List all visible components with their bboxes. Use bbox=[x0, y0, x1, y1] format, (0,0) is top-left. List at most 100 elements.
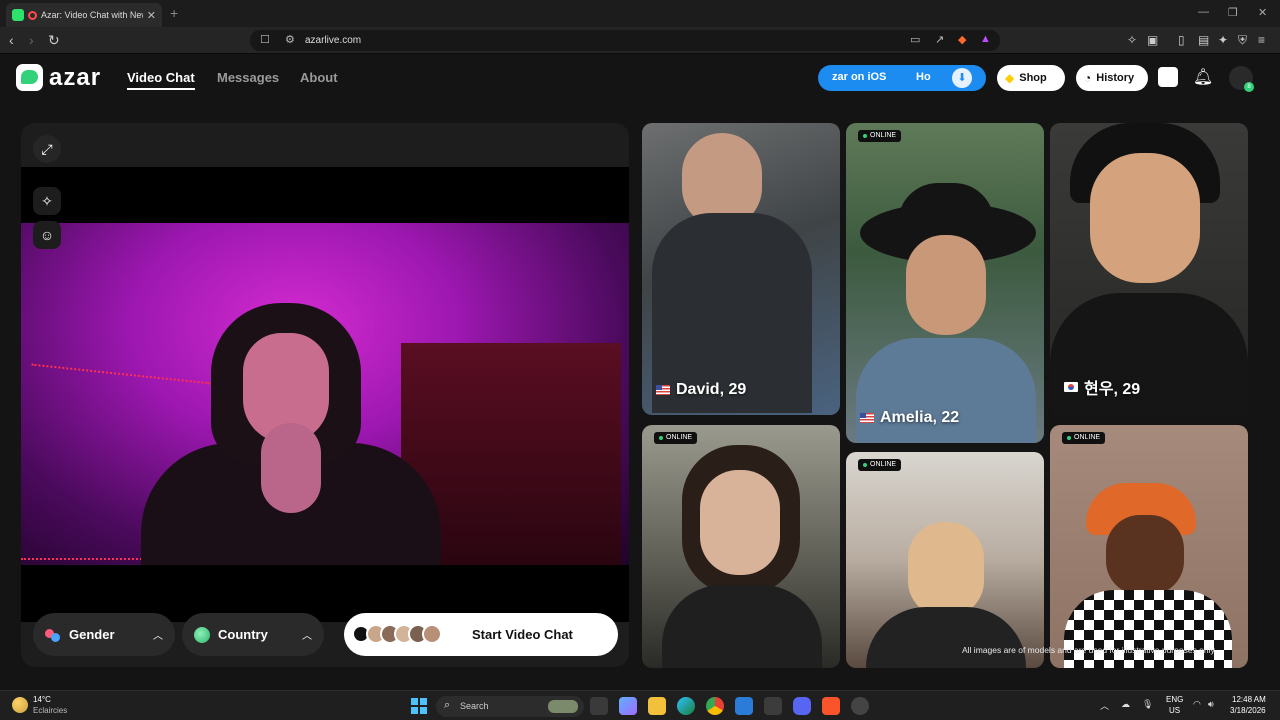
profile-card-4[interactable]: ONLINE bbox=[642, 425, 840, 668]
profile-card-hyunwoo[interactable]: 현우, 29 bbox=[1050, 123, 1248, 415]
mail-icon[interactable] bbox=[735, 697, 753, 715]
obs-icon[interactable] bbox=[851, 697, 869, 715]
chrome-icon[interactable] bbox=[706, 697, 724, 715]
language-region[interactable]: US bbox=[1169, 706, 1180, 715]
vpn-icon[interactable]: ⛨ bbox=[1238, 32, 1247, 48]
clock-date[interactable]: 3/18/2026 bbox=[1230, 706, 1266, 715]
widgets-icon[interactable] bbox=[619, 697, 637, 715]
site-info-icon[interactable]: ⚙ bbox=[285, 33, 295, 46]
profile-card-5[interactable]: ONLINE bbox=[846, 452, 1044, 668]
weather-temperature[interactable]: 14°C bbox=[33, 695, 51, 704]
brave-icon[interactable] bbox=[822, 697, 840, 715]
profile-photo bbox=[700, 470, 780, 575]
weather-description[interactable]: Eclaircies bbox=[33, 706, 67, 715]
url-text[interactable]: azarlive.com bbox=[305, 35, 361, 46]
share-icon[interactable]: ↗ bbox=[935, 33, 944, 46]
profile-photo bbox=[1106, 515, 1184, 595]
tab-manager-icon[interactable]: ▣ bbox=[1147, 32, 1158, 48]
search-placeholder: Search bbox=[460, 701, 489, 711]
gender-filter-button[interactable]: Gender ︿ bbox=[33, 613, 175, 656]
bell-icon[interactable]: 🔔︎ bbox=[1192, 67, 1214, 89]
camera-person bbox=[141, 303, 441, 565]
cast-icon[interactable]: ▭ bbox=[910, 33, 920, 46]
online-badge: ONLINE bbox=[858, 130, 902, 142]
ios-app-banner[interactable]: zar on iOS Ho ⬇ bbox=[818, 65, 986, 91]
online-badge: ONLINE bbox=[858, 459, 902, 471]
edge-icon[interactable] bbox=[677, 697, 695, 715]
profile-card-amelia[interactable]: ONLINE Amelia, 22 bbox=[846, 123, 1044, 443]
extensions-icon[interactable]: ✧ bbox=[1127, 32, 1137, 48]
profile-card-david[interactable]: David, 29 bbox=[642, 123, 840, 415]
profile-name-text: 현우, 29 bbox=[1084, 381, 1141, 398]
tab-close-icon[interactable]: ✕ bbox=[147, 9, 156, 22]
online-label: ONLINE bbox=[666, 434, 693, 441]
weather-icon[interactable] bbox=[12, 697, 28, 713]
user-thumbnail bbox=[422, 624, 442, 644]
ios-banner-text-2: Ho bbox=[916, 71, 931, 83]
start-video-chat-button[interactable]: Start Video Chat bbox=[344, 613, 618, 656]
online-label: ONLINE bbox=[870, 461, 897, 468]
notification-badge: 8 bbox=[1244, 82, 1254, 92]
gender-icon bbox=[45, 627, 61, 643]
minimize-button[interactable]: — bbox=[1198, 6, 1209, 18]
country-filter-button[interactable]: Country ︿ bbox=[182, 613, 324, 656]
store-icon[interactable] bbox=[764, 697, 782, 715]
profile-photo-body bbox=[856, 338, 1036, 443]
profile-name-david: David, 29 bbox=[656, 381, 746, 399]
wallet-icon[interactable]: ▤ bbox=[1198, 32, 1209, 48]
microphone-icon[interactable]: 🎙︎ bbox=[1142, 699, 1153, 710]
wifi-icon[interactable]: ◠ bbox=[1193, 699, 1201, 710]
volume-icon[interactable]: 🔊︎ bbox=[1208, 699, 1214, 710]
file-explorer-icon[interactable] bbox=[648, 697, 666, 715]
globe-icon bbox=[194, 626, 210, 643]
forward-icon[interactable]: › bbox=[29, 32, 34, 48]
reload-icon[interactable]: ↻ bbox=[48, 32, 60, 48]
kr-flag-icon bbox=[1064, 382, 1078, 392]
nav-messages[interactable]: Messages bbox=[217, 70, 279, 85]
windows-start-icon[interactable] bbox=[411, 698, 427, 714]
magic-wand-icon[interactable]: ✧ bbox=[33, 187, 61, 215]
bookmark-icon[interactable]: ☐ bbox=[260, 33, 270, 46]
azar-favicon-icon bbox=[12, 9, 24, 21]
onedrive-icon[interactable]: ☁ bbox=[1121, 699, 1130, 710]
brave-shield-icon[interactable]: ◆ bbox=[958, 33, 966, 46]
camera-person-hand bbox=[261, 423, 321, 513]
taskbar-search[interactable]: ⌕ Search bbox=[436, 696, 584, 717]
maximize-button[interactable]: ❐ bbox=[1228, 6, 1238, 19]
close-window-button[interactable]: ✕ bbox=[1258, 6, 1267, 19]
new-tab-button[interactable]: + bbox=[170, 5, 178, 21]
leo-ai-icon[interactable]: ✦ bbox=[1218, 32, 1228, 48]
sidebar-icon[interactable]: ▯ bbox=[1178, 32, 1185, 48]
shop-button[interactable]: ◆ Shop bbox=[997, 65, 1065, 91]
shop-label: Shop bbox=[1019, 72, 1047, 84]
task-view-icon[interactable] bbox=[590, 697, 608, 715]
discord-icon[interactable] bbox=[793, 697, 811, 715]
tray-overflow-icon[interactable]: ︿ bbox=[1100, 699, 1109, 712]
online-badge: ONLINE bbox=[654, 432, 698, 444]
browser-toolbar: ‹ › ↻ ☐ ⚙ azarlive.com ▭ ↗ ◆ ▲ ✧ ▣ ▯ ▤ ✦… bbox=[0, 27, 1280, 54]
profile-photo-body bbox=[1064, 590, 1232, 668]
download-icon: ⬇ bbox=[952, 68, 972, 88]
back-icon[interactable]: ‹ bbox=[9, 32, 14, 48]
inbox-icon[interactable] bbox=[1158, 67, 1178, 87]
rewards-icon[interactable]: ▲ bbox=[980, 33, 991, 45]
start-video-chat-label: Start Video Chat bbox=[472, 627, 573, 642]
sticker-icon[interactable]: ☺ bbox=[33, 221, 61, 249]
azar-logo-text[interactable]: azar bbox=[49, 64, 101, 92]
fullscreen-icon[interactable]: ⤢ bbox=[33, 135, 61, 163]
browser-tab[interactable]: Azar: Video Chat with New Pe ✕ bbox=[6, 3, 162, 27]
nav-about[interactable]: About bbox=[300, 70, 338, 85]
profile-photo bbox=[1090, 153, 1200, 283]
gender-filter-label: Gender bbox=[69, 627, 115, 642]
language-indicator[interactable]: ENG bbox=[1166, 695, 1183, 704]
azar-logo-icon[interactable] bbox=[16, 64, 43, 91]
tab-title: Azar: Video Chat with New Pe bbox=[41, 10, 143, 20]
history-button[interactable]: ◔ History bbox=[1076, 65, 1148, 91]
address-bar[interactable]: ☐ ⚙ azarlive.com ▭ ↗ ◆ ▲ bbox=[250, 30, 1000, 51]
clock-time[interactable]: 12:48 AM bbox=[1232, 695, 1266, 704]
profile-photo bbox=[908, 522, 984, 617]
clock-icon: ◔ bbox=[1084, 71, 1092, 85]
profile-card-6[interactable]: ONLINE bbox=[1050, 425, 1248, 668]
menu-icon[interactable]: ≡ bbox=[1258, 32, 1265, 48]
nav-video-chat[interactable]: Video Chat bbox=[127, 70, 195, 85]
